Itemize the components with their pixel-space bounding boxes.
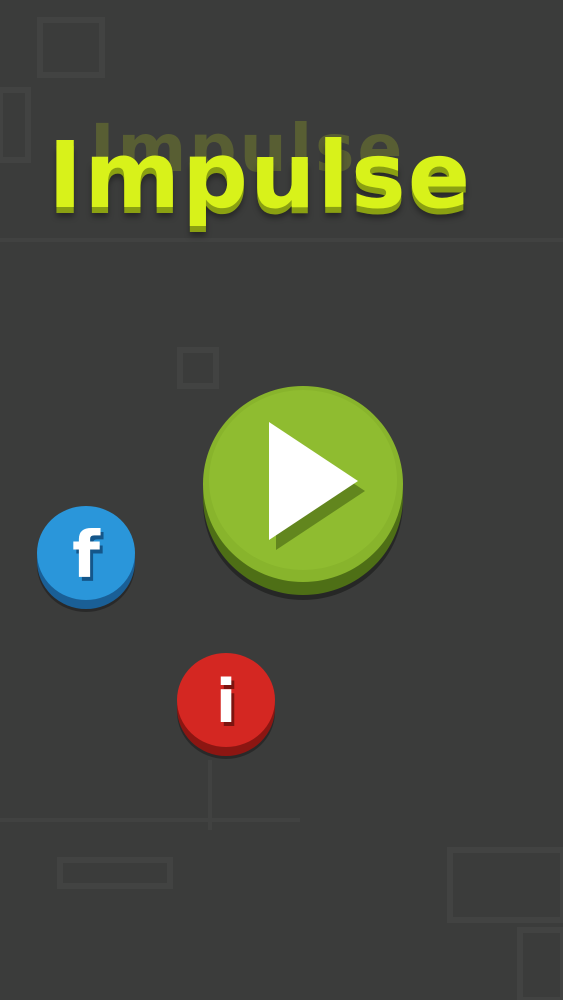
info-icon: i bbox=[216, 667, 237, 737]
title-area: Impulse Impulse bbox=[0, 90, 563, 270]
facebook-icon: f bbox=[72, 519, 101, 593]
facebook-button-graphic: f f bbox=[37, 506, 135, 612]
play-button[interactable] bbox=[200, 380, 406, 602]
info-button[interactable]: i i bbox=[175, 652, 277, 762]
info-button-graphic: i i bbox=[177, 653, 275, 759]
play-button-graphic bbox=[203, 386, 403, 600]
game-title: Impulse bbox=[48, 122, 473, 229]
facebook-button[interactable]: f f bbox=[35, 505, 137, 615]
